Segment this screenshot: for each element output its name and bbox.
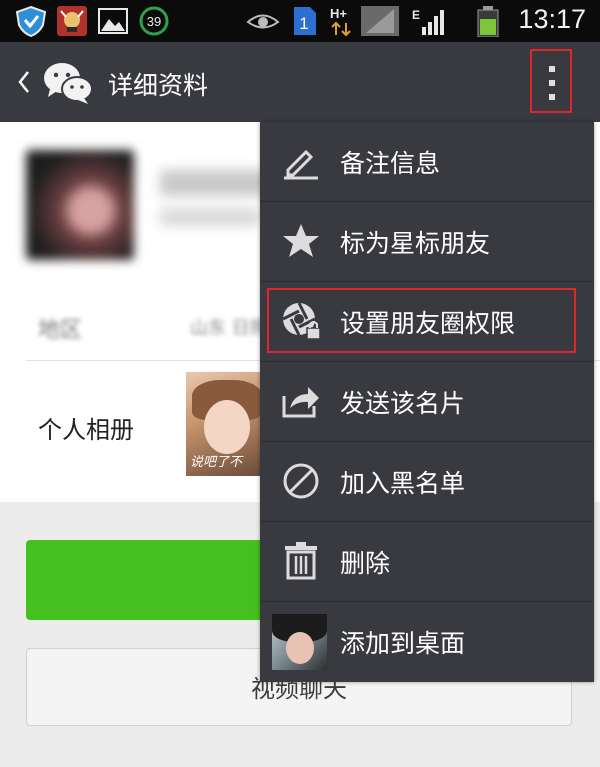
shield-icon	[15, 5, 47, 37]
menu-item-remark[interactable]: 备注信息	[260, 122, 594, 202]
region-label: 地区	[38, 318, 83, 343]
menu-item-moments-permission[interactable]: 设置朋友圈权限	[260, 282, 594, 362]
aperture-lock-icon	[282, 302, 321, 340]
clock: 13:17	[518, 4, 586, 34]
wechat-logo-icon	[44, 63, 93, 104]
album-photo[interactable]: 说吧了不	[186, 372, 266, 476]
svg-text:H+: H+	[330, 6, 347, 21]
chevron-left-icon[interactable]	[14, 66, 34, 98]
menu-item-label: 设置朋友圈权限	[340, 309, 516, 338]
menu-item-delete[interactable]: 删除	[260, 522, 594, 602]
action-bar: 详细资料	[0, 42, 600, 122]
more-vertical-icon[interactable]	[530, 49, 572, 113]
album-photo-caption: 说吧了不	[190, 455, 243, 470]
battery-icon	[477, 6, 499, 37]
avatar-thumbnail-icon	[272, 614, 327, 670]
sim-icon: 1	[294, 7, 316, 35]
profile-id	[160, 208, 260, 226]
menu-item-blacklist[interactable]: 加入黑名单	[260, 442, 594, 522]
menu-item-label: 加入黑名单	[340, 469, 466, 498]
trash-icon	[285, 542, 317, 580]
data-arrows-icon: H+	[330, 6, 351, 37]
page-title: 详细资料	[108, 71, 209, 100]
block-icon	[283, 463, 319, 499]
overflow-menu: 备注信息 标为星标朋友 设置朋友圈权限 发送该名片 加入黑名单 删除 添加到桌面	[260, 122, 594, 682]
profile-name	[160, 170, 270, 196]
menu-item-label: 添加到桌面	[340, 629, 466, 658]
svg-text:E: E	[412, 8, 420, 22]
menu-item-send-card[interactable]: 发送该名片	[260, 362, 594, 442]
region-value: 山东 日照	[190, 318, 268, 339]
game-icon	[57, 6, 87, 36]
gallery-icon	[98, 8, 128, 34]
menu-item-label: 标为星标朋友	[340, 229, 491, 258]
menu-item-add-to-desktop[interactable]: 添加到桌面	[260, 602, 594, 682]
battery-saver-icon: 39	[139, 6, 169, 36]
signal-icon	[361, 6, 399, 36]
pencil-icon	[284, 149, 318, 180]
signal-icon: E	[412, 8, 444, 35]
avatar[interactable]	[26, 150, 134, 260]
share-icon	[282, 387, 319, 418]
menu-item-label: 发送该名片	[340, 389, 466, 418]
menu-item-label: 备注信息	[340, 149, 441, 178]
menu-item-star[interactable]: 标为星标朋友	[260, 202, 594, 282]
svg-text:1: 1	[299, 14, 308, 33]
menu-item-label: 删除	[340, 549, 391, 578]
eye-icon	[246, 14, 280, 29]
album-label: 个人相册	[38, 416, 134, 444]
svg-text:39: 39	[147, 14, 161, 29]
star-icon	[283, 224, 319, 257]
status-bar: 39 1 H+ E 13:17	[0, 0, 600, 42]
